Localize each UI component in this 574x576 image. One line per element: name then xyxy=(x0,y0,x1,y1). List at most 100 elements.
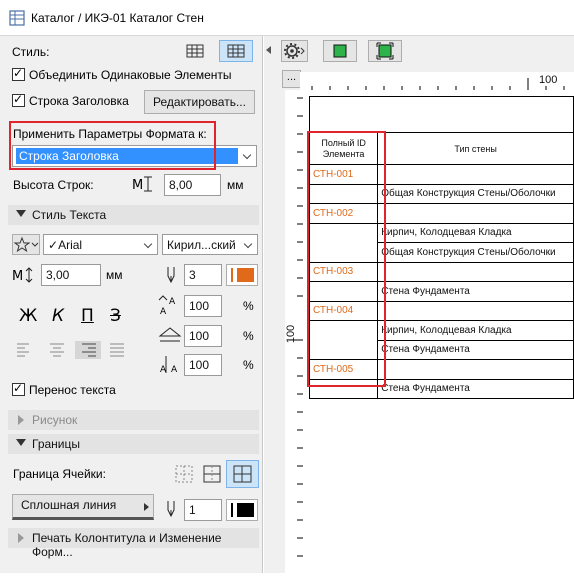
merge-label: Объединить Одинаковые Элементы xyxy=(29,68,232,82)
align-left-icon xyxy=(17,343,29,357)
border-none-button[interactable] xyxy=(170,462,198,486)
text-color-button[interactable] xyxy=(226,264,258,286)
char-width-input[interactable]: 100 xyxy=(184,295,222,317)
row-type[interactable]: Стена Фундамента xyxy=(377,281,574,302)
ruler-label-100: 100 xyxy=(539,74,558,86)
font-size-unit: мм xyxy=(106,268,123,282)
borders-title: Границы xyxy=(32,437,80,451)
row-type[interactable] xyxy=(377,203,574,224)
style-plain-button[interactable] xyxy=(181,40,209,62)
style-grid-button[interactable] xyxy=(219,40,253,62)
vertical-ruler: 100 xyxy=(285,90,303,573)
script-name: Кирил...ский xyxy=(167,238,236,252)
script-select[interactable]: Кирил...ский xyxy=(162,234,258,255)
svg-text:M: M xyxy=(132,178,143,193)
col-header-type[interactable]: Тип стены xyxy=(377,132,574,165)
row-type[interactable]: Кирпич, Колодцевая Кладка xyxy=(377,222,574,243)
pen-icon xyxy=(167,267,175,284)
font-size-input[interactable]: 3,00 xyxy=(41,264,101,286)
row-type[interactable]: Стена Фундамента xyxy=(377,378,574,399)
wrap-text-checkbox[interactable] xyxy=(12,381,25,396)
edit-button[interactable]: Редактировать... xyxy=(144,90,255,114)
svg-text:A: A xyxy=(169,297,176,307)
footer-section[interactable]: Печать Колонтитула и Изменение Форм... xyxy=(8,528,259,559)
bold-button[interactable]: Ж xyxy=(19,306,37,326)
text-pen-input[interactable]: 3 xyxy=(184,264,222,286)
border-all-button[interactable] xyxy=(226,460,259,488)
table-title-row xyxy=(309,96,574,133)
collapse-panel-icon xyxy=(266,46,271,54)
ruler-settings-button[interactable]: ... xyxy=(282,70,301,88)
pen-icon xyxy=(167,501,175,518)
panel-splitter[interactable] xyxy=(264,36,275,573)
picture-section[interactable]: Рисунок xyxy=(8,410,259,430)
borders-section[interactable]: Границы xyxy=(8,434,259,454)
svg-text:A: A xyxy=(160,307,167,316)
row-type[interactable] xyxy=(377,164,574,185)
title-bar: Каталог / ИКЭ-01 Каталог Стен xyxy=(0,0,574,36)
line-type-button[interactable]: Сплошная линия xyxy=(12,494,154,520)
check-icon: ✓ xyxy=(48,238,59,252)
picture-title: Рисунок xyxy=(32,413,78,427)
row-type[interactable]: Кирпич, Колодцевая Кладка xyxy=(377,320,574,341)
horizontal-ruler: 100 xyxy=(300,72,574,90)
fit-selection-button[interactable] xyxy=(323,40,357,62)
column-highlight-box xyxy=(307,131,386,387)
collapse-icon xyxy=(16,210,26,217)
chevron-down-icon xyxy=(143,239,153,249)
style-label: Стиль: xyxy=(12,45,50,59)
text-style-title: Стиль Текста xyxy=(32,208,107,222)
pct-unit-1: % xyxy=(243,299,254,313)
color-swatch xyxy=(237,503,254,517)
row-type[interactable]: Общая Конструкция Стены/Оболочки xyxy=(377,242,574,263)
fit-selection-icon xyxy=(333,44,347,58)
highlight-box xyxy=(9,121,216,170)
underline-button[interactable]: П xyxy=(81,306,94,326)
header-row-checkbox[interactable] xyxy=(12,92,25,107)
star-icon xyxy=(13,236,39,253)
row-height-label: Высота Строк: xyxy=(13,178,94,192)
strikethrough-button[interactable]: З xyxy=(110,306,121,326)
favorites-button[interactable] xyxy=(12,234,40,255)
pct-unit-3: % xyxy=(243,358,254,372)
format-panel xyxy=(0,36,263,573)
border-outer-button[interactable] xyxy=(198,462,226,486)
row-type[interactable]: Стена Фундамента xyxy=(377,339,574,360)
line-spacing-input[interactable]: 100 xyxy=(184,354,222,376)
table-grid-icon xyxy=(227,44,245,58)
alignment-buttons[interactable] xyxy=(15,341,135,359)
border-color-button[interactable] xyxy=(226,499,258,521)
expand-icon xyxy=(18,415,24,425)
row-height-unit: мм xyxy=(227,178,244,192)
window-title: Каталог / ИКЭ-01 Каталог Стен xyxy=(31,11,204,25)
line-type-label: Сплошная линия xyxy=(21,498,117,512)
schedule-icon xyxy=(9,10,25,26)
settings-button[interactable] xyxy=(281,40,308,62)
text-style-section[interactable]: Стиль Текста xyxy=(8,205,259,225)
char-spacing-input[interactable]: 100 xyxy=(184,325,222,347)
chevron-down-icon xyxy=(243,239,253,249)
chevron-right-icon xyxy=(144,503,149,511)
table-plain-icon xyxy=(186,44,204,58)
collapse-icon xyxy=(16,439,26,446)
row-type[interactable] xyxy=(377,261,574,282)
row-type[interactable] xyxy=(377,300,574,321)
align-center-icon xyxy=(50,343,64,357)
svg-text:A: A xyxy=(171,365,178,375)
italic-button[interactable]: К xyxy=(52,306,64,326)
footer-title: Печать Колонтитула и Изменение Форм... xyxy=(32,531,222,559)
pct-unit-2: % xyxy=(243,329,254,343)
fit-all-button[interactable] xyxy=(368,40,402,62)
row-height-input[interactable]: 8,00 xyxy=(164,174,221,196)
border-pen-input[interactable]: 1 xyxy=(184,499,222,521)
color-swatch xyxy=(237,268,254,282)
svg-text:M: M xyxy=(12,269,23,284)
merge-checkbox[interactable] xyxy=(12,66,25,81)
font-select[interactable]: ✓Arial xyxy=(43,234,158,255)
row-type[interactable] xyxy=(377,359,574,380)
font-name: Arial xyxy=(58,238,83,252)
color-marker xyxy=(231,503,233,517)
row-type[interactable]: Общая Конструкция Стены/Оболочки xyxy=(377,183,574,204)
color-marker xyxy=(231,268,233,282)
font-size-icon: M xyxy=(12,267,33,284)
